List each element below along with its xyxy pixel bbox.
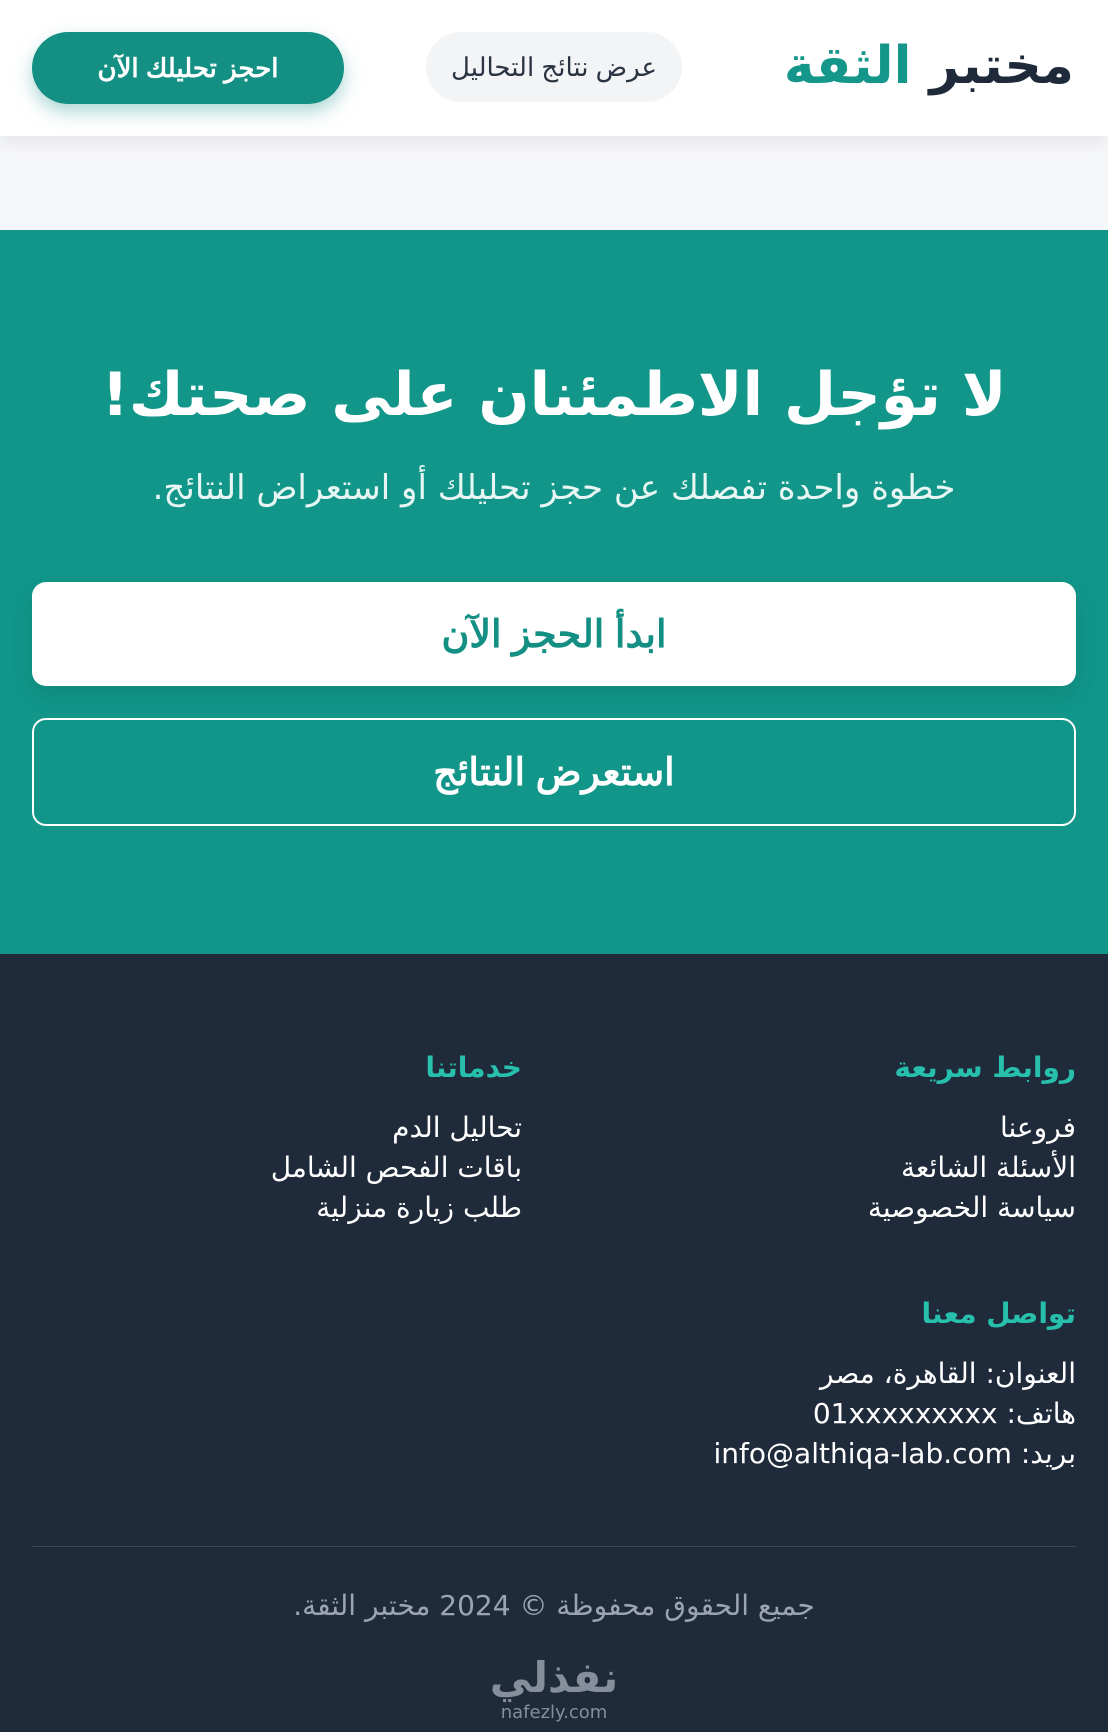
footer-link-branches[interactable]: فروعنا: [576, 1108, 1076, 1148]
view-results-button[interactable]: عرض نتائج التحاليل: [426, 32, 682, 102]
book-test-button[interactable]: احجز تحليلك الآن: [32, 32, 344, 104]
footer-quick-links: روابط سريعة فروعنا الأسئلة الشائعة سياسة…: [576, 1046, 1076, 1228]
site-header: مختبر الثقة عرض نتائج التحاليل احجز تحلي…: [0, 0, 1108, 136]
watermark-arabic: نفذلي: [489, 1653, 619, 1702]
footer-link-home-visit[interactable]: طلب زيارة منزلية: [22, 1188, 522, 1228]
contact-phone-row: هاتف: 01xxxxxxxxx: [576, 1394, 1076, 1434]
cta-title: لا تؤجل الاطمئنان على صحتك!: [101, 360, 1007, 430]
logo-text-main: مختبر: [929, 36, 1074, 96]
footer-divider: [32, 1546, 1076, 1547]
site-logo[interactable]: مختبر الثقة: [784, 30, 1074, 102]
footer-services: خدماتنا تحاليل الدم باقات الفحص الشامل ط…: [22, 1046, 522, 1228]
services-heading: خدماتنا: [425, 1051, 522, 1084]
start-booking-button[interactable]: ابدأ الحجز الآن: [32, 582, 1076, 686]
quick-links-heading: روابط سريعة: [894, 1051, 1076, 1084]
cta-subtitle: خطوة واحدة تفصلك عن حجز تحليلك أو استعرا…: [152, 468, 956, 508]
footer-contact: تواصل معنا العنوان: القاهرة، مصر هاتف: 0…: [576, 1292, 1076, 1474]
contact-phone[interactable]: 01xxxxxxxxx: [813, 1397, 998, 1430]
copyright-text: جميع الحقوق محفوظة © 2024 مختبر الثقة.: [293, 1589, 815, 1622]
footer-link-checkup-packages[interactable]: باقات الفحص الشامل: [22, 1148, 522, 1188]
contact-email-label: بريد:: [1020, 1437, 1076, 1470]
contact-email[interactable]: info@althiqa-lab.com: [714, 1437, 1012, 1470]
browse-results-button[interactable]: استعرض النتائج: [32, 718, 1076, 826]
nafezly-watermark-logo: نفذلي nafezly.com: [454, 1654, 654, 1726]
footer-link-faq[interactable]: الأسئلة الشائعة: [576, 1148, 1076, 1188]
site-footer: روابط سريعة فروعنا الأسئلة الشائعة سياسة…: [0, 954, 1108, 1732]
footer-link-privacy[interactable]: سياسة الخصوصية: [576, 1188, 1076, 1228]
cta-section: لا تؤجل الاطمئنان على صحتك! خطوة واحدة ت…: [0, 230, 1108, 954]
watermark-latin: nafezly.com: [500, 1702, 608, 1723]
contact-email-row: بريد: info@althiqa-lab.com: [576, 1434, 1076, 1474]
contact-heading: تواصل معنا: [921, 1297, 1076, 1330]
contact-phone-label: هاتف:: [1006, 1397, 1076, 1430]
logo-text-accent: الثقة: [783, 36, 912, 96]
contact-address: العنوان: القاهرة، مصر: [820, 1357, 1076, 1390]
footer-link-blood-tests[interactable]: تحاليل الدم: [22, 1108, 522, 1148]
